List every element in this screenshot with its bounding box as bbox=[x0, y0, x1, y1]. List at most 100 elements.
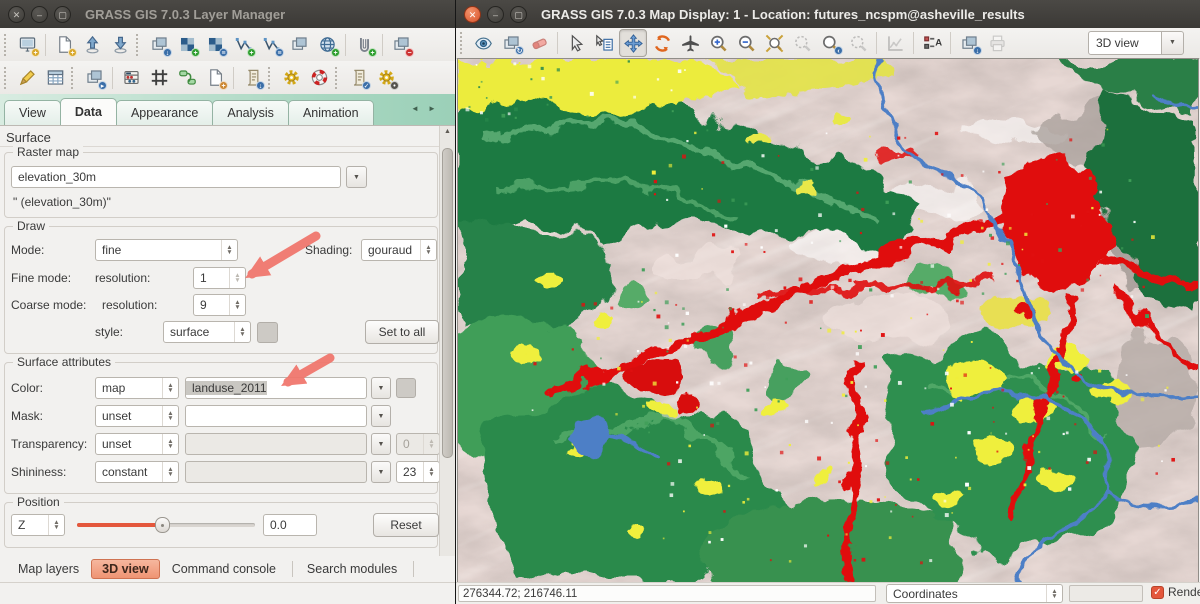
tab-scroll-left-button[interactable]: ◄ bbox=[408, 102, 422, 116]
graphical-modeler-button[interactable] bbox=[146, 65, 172, 91]
position-value-input[interactable]: 0.0 bbox=[263, 514, 317, 536]
render-checkbox[interactable]: ✓ bbox=[1151, 586, 1164, 599]
panel-scrollbar[interactable]: ▲ bbox=[439, 126, 455, 556]
fine-resolution-spinner[interactable]: 1 ▲▼ bbox=[193, 267, 246, 289]
color-map-dropdown-button[interactable]: ▼ bbox=[371, 377, 391, 399]
tab-scroll-right-button[interactable]: ► bbox=[425, 102, 439, 116]
raster-map-combobox[interactable]: elevation_30m bbox=[11, 166, 341, 188]
raster-map-calculator-button[interactable] bbox=[118, 65, 144, 91]
position-axis-combobox[interactable]: Z▲▼ bbox=[11, 514, 65, 536]
help-button[interactable] bbox=[306, 65, 332, 91]
zoom-in-button[interactable] bbox=[705, 30, 731, 56]
mask-map-input[interactable] bbox=[185, 405, 367, 427]
pan-mode-button[interactable] bbox=[619, 29, 647, 57]
save-script-button[interactable]: ✓ bbox=[345, 65, 371, 91]
color-mode-combobox[interactable]: map▲▼ bbox=[95, 377, 179, 399]
view-mode-select[interactable]: 3D view ▼ bbox=[1088, 31, 1184, 55]
minimize-window-button[interactable]: – bbox=[487, 6, 504, 23]
minimize-window-button[interactable]: – bbox=[31, 6, 48, 23]
tab-appearance[interactable]: Appearance bbox=[116, 100, 213, 125]
return-to-previous-zoom-button[interactable]: ‹ bbox=[817, 30, 843, 56]
tab-map-layers[interactable]: Map layers bbox=[8, 560, 89, 578]
add-various-vector-layers-button[interactable]: ≡ bbox=[258, 32, 284, 58]
transparency-mode-combobox[interactable]: unset▲▼ bbox=[95, 433, 179, 455]
close-window-button[interactable]: ✕ bbox=[464, 6, 481, 23]
create-new-workspace-button[interactable]: + bbox=[51, 32, 77, 58]
coarse-resolution-spinner[interactable]: 9 ▲▼ bbox=[193, 294, 246, 316]
pan-mode-icon bbox=[624, 34, 643, 53]
map-3d-canvas[interactable] bbox=[457, 58, 1199, 583]
wire-color-button[interactable] bbox=[257, 322, 278, 343]
new-map-display-button[interactable]: + bbox=[14, 32, 40, 58]
view-mode-dropdown-icon[interactable]: ▼ bbox=[1161, 31, 1184, 55]
shininess-mode-combobox[interactable]: constant▲▼ bbox=[95, 461, 179, 483]
tab-data[interactable]: Data bbox=[60, 98, 117, 125]
statusbar-mode-combobox[interactable]: Coordinates ▲▼ bbox=[886, 584, 1063, 603]
open-workspace-icon bbox=[83, 35, 102, 54]
scrollbar-up-icon[interactable]: ▲ bbox=[440, 128, 455, 135]
georectifier-button[interactable] bbox=[174, 65, 200, 91]
run-user-script-button[interactable]: ↓ bbox=[239, 65, 265, 91]
maximize-window-button[interactable]: ▢ bbox=[510, 6, 527, 23]
shininess-map-dropdown-button[interactable]: ▼ bbox=[371, 461, 391, 483]
reset-button[interactable]: Reset bbox=[373, 513, 439, 537]
cartographic-composer-button[interactable]: + bbox=[202, 65, 228, 91]
query-raster-vector-button[interactable] bbox=[591, 30, 617, 56]
color-map-input[interactable]: landuse_2011 bbox=[185, 377, 367, 399]
open-workspace-button[interactable] bbox=[79, 32, 105, 58]
vector-digitizer-button[interactable] bbox=[14, 65, 40, 91]
color-constant-button[interactable] bbox=[396, 378, 416, 398]
add-multiple-layers-button[interactable]: ↓ bbox=[146, 32, 172, 58]
fly-through-button[interactable] bbox=[677, 30, 703, 56]
layer-manager-titlebar[interactable]: ✕ – ▢ GRASS GIS 7.0.3 Layer Manager bbox=[0, 0, 455, 29]
add-raster-layer-button[interactable]: + bbox=[174, 32, 200, 58]
save-display-to-file-button[interactable]: ↓ bbox=[956, 30, 982, 56]
map-display-window: ✕ – ▢ GRASS GIS 7.0.3 Map Display: 1 - L… bbox=[455, 0, 1200, 604]
redraw-layers-button[interactable]: ↻ bbox=[498, 30, 524, 56]
attribute-table-button[interactable] bbox=[42, 65, 68, 91]
mode-label: Mode: bbox=[11, 239, 44, 261]
add-group-button[interactable] bbox=[286, 32, 312, 58]
remove-layer-button[interactable]: − bbox=[388, 32, 414, 58]
position-slider-handle[interactable] bbox=[155, 517, 170, 533]
add-map-elements-button[interactable] bbox=[919, 30, 945, 56]
gui-settings-button[interactable] bbox=[278, 65, 304, 91]
save-workspace-button[interactable] bbox=[107, 32, 133, 58]
add-vector-layer-button[interactable]: + bbox=[230, 32, 256, 58]
save-script-badge: ✓ bbox=[362, 81, 371, 90]
transparency-map-dropdown-button[interactable]: ▼ bbox=[371, 433, 391, 455]
print-display-button bbox=[984, 30, 1010, 56]
zoom-out-button[interactable] bbox=[733, 30, 759, 56]
add-web-service-layer-button[interactable]: + bbox=[314, 32, 340, 58]
add-overlay-button[interactable]: + bbox=[351, 32, 377, 58]
mask-mode-combobox[interactable]: unset▲▼ bbox=[95, 405, 179, 427]
add-command-layer-badge: ▸ bbox=[98, 81, 107, 90]
scrollbar-thumb[interactable] bbox=[442, 148, 453, 458]
zoom-to-extent-button[interactable] bbox=[761, 30, 787, 56]
shading-combobox[interactable]: gouraud ▲▼ bbox=[361, 239, 437, 261]
render-display-button[interactable] bbox=[470, 30, 496, 56]
draw-mode-combobox[interactable]: fine ▲▼ bbox=[95, 239, 238, 261]
raster-map-dropdown-button[interactable]: ▼ bbox=[346, 166, 367, 188]
close-window-button[interactable]: ✕ bbox=[8, 6, 25, 23]
erase-display-button[interactable] bbox=[526, 30, 552, 56]
tab-search-modules[interactable]: Search modules bbox=[297, 560, 407, 578]
tab-3d-view[interactable]: 3D view bbox=[91, 559, 160, 579]
tab-command-console[interactable]: Command console bbox=[162, 560, 286, 578]
addons-extensions-button[interactable]: • bbox=[373, 65, 399, 91]
set-to-all-button[interactable]: Set to all bbox=[365, 320, 439, 344]
mask-map-dropdown-button[interactable]: ▼ bbox=[371, 405, 391, 427]
maximize-window-button[interactable]: ▢ bbox=[54, 6, 71, 23]
tab-view[interactable]: View bbox=[4, 100, 61, 125]
tab-animation[interactable]: Animation bbox=[288, 100, 374, 125]
pointer-button[interactable] bbox=[563, 30, 589, 56]
tab-analysis[interactable]: Analysis bbox=[212, 100, 289, 125]
add-command-layer-button[interactable]: ▸ bbox=[81, 65, 107, 91]
rotate-mode-button[interactable] bbox=[649, 30, 675, 56]
shininess-value-spinner[interactable]: 23▲▼ bbox=[396, 461, 440, 483]
shininess-map-input bbox=[185, 461, 367, 483]
style-combobox[interactable]: surface ▲▼ bbox=[163, 321, 251, 343]
position-slider[interactable] bbox=[77, 514, 255, 536]
add-various-raster-layers-button[interactable]: ≡ bbox=[202, 32, 228, 58]
map-display-titlebar[interactable]: ✕ – ▢ GRASS GIS 7.0.3 Map Display: 1 - L… bbox=[456, 0, 1200, 29]
